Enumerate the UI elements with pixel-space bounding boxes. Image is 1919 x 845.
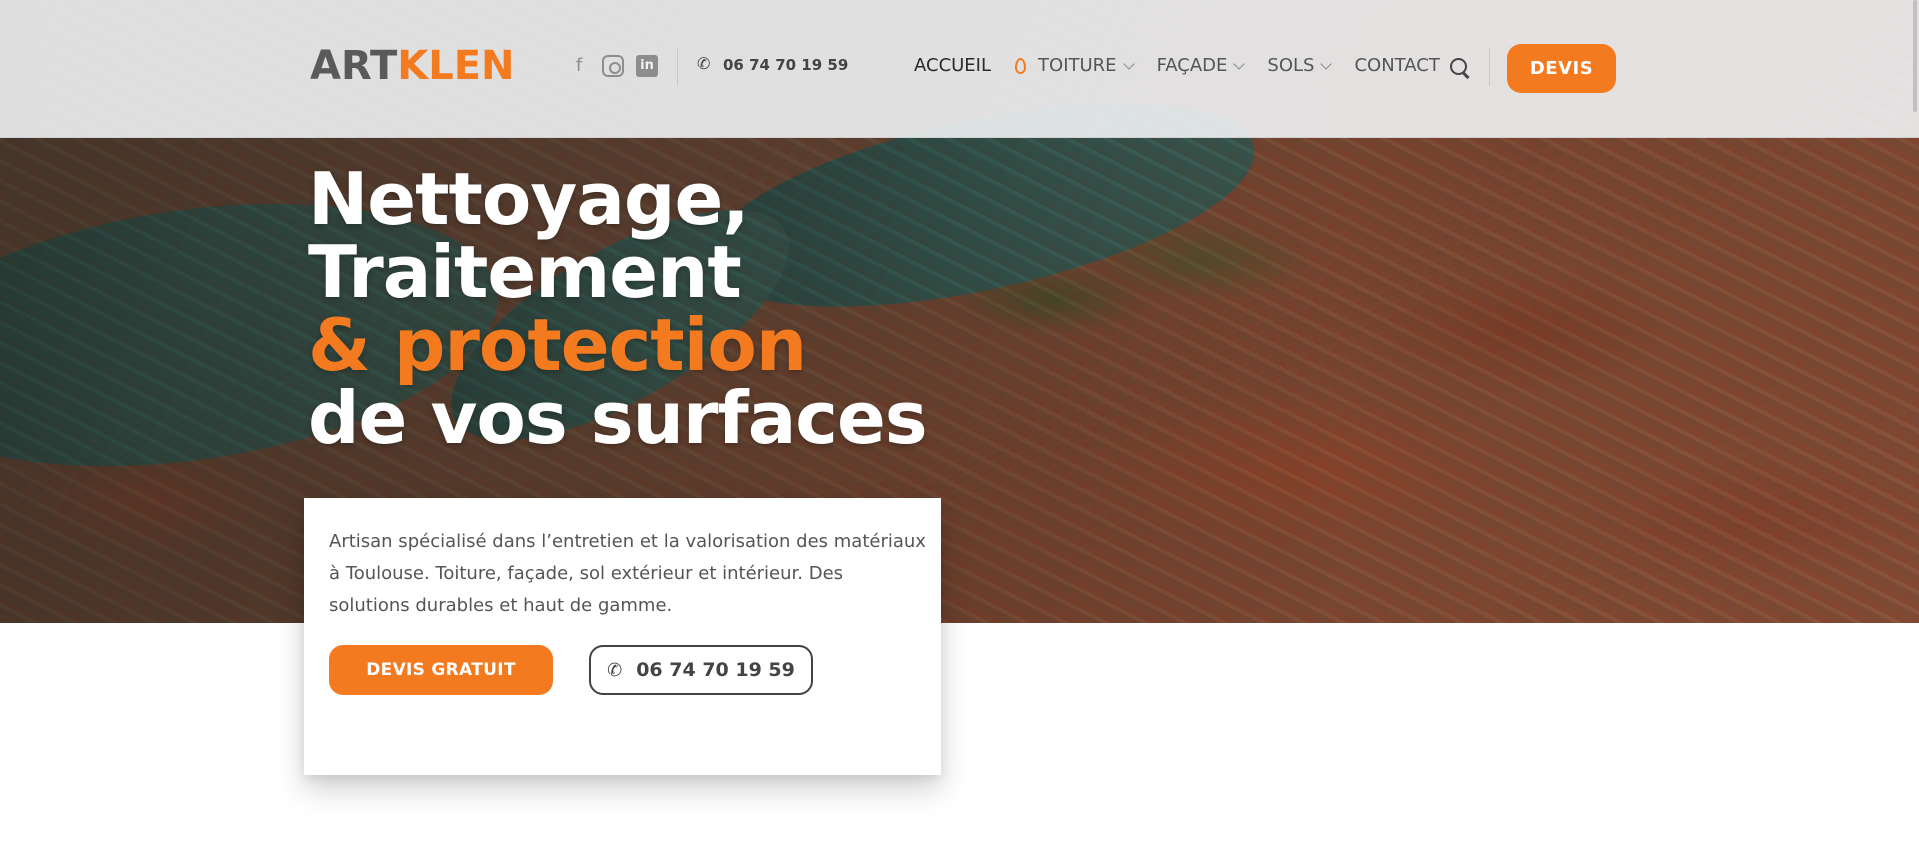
intro-card: Artisan spécialisé dans l’entretien et l… <box>304 498 941 775</box>
devis-button[interactable]: DEVIS <box>1507 44 1616 93</box>
nav-item-label: ACCUEIL <box>914 55 992 76</box>
hero-title-line-3: & protection <box>308 303 807 387</box>
nav-item-sols[interactable]: SOLS <box>1267 55 1333 76</box>
page: ARTKLEN f in ✆ 06 74 70 19 59 ACCUEIL TO… <box>0 0 1919 845</box>
call-phone-label: 06 74 70 19 59 <box>636 659 795 681</box>
chevron-down-icon <box>1233 57 1246 70</box>
hero-title-line-1: Nettoyage, <box>308 157 750 241</box>
intro-text: Artisan spécialisé dans l’entretien et l… <box>329 531 926 616</box>
water-drop-icon <box>1015 57 1027 74</box>
hero-title: Nettoyage, Traitement & protection de vo… <box>308 163 928 455</box>
header-phone-number: 06 74 70 19 59 <box>723 56 849 74</box>
devis-gratuit-button[interactable]: DEVIS GRATUIT <box>329 645 553 695</box>
nav-item-accueil[interactable]: ACCUEIL <box>914 55 991 76</box>
nav-item-label: FAÇADE <box>1156 55 1228 76</box>
call-phone-button[interactable]: ✆ 06 74 70 19 59 <box>589 645 813 695</box>
phone-icon: ✆ <box>697 56 711 73</box>
site-header: ARTKLEN f in ✆ 06 74 70 19 59 ACCUEIL TO… <box>0 0 1919 138</box>
nav-item-facade[interactable]: FAÇADE <box>1156 55 1246 76</box>
linkedin-icon[interactable]: in <box>636 55 658 77</box>
main-nav: ACCUEIL TOITURE FAÇADE SOLS CONTACT <box>914 55 1464 76</box>
scrollbar[interactable] <box>1913 0 1917 112</box>
nav-item-contact[interactable]: CONTACT <box>1354 55 1439 76</box>
search-icon[interactable] <box>1450 58 1470 78</box>
logo-part-1: ART <box>310 43 398 89</box>
logo[interactable]: ARTKLEN <box>310 44 515 88</box>
instagram-icon[interactable] <box>602 55 624 77</box>
divider <box>677 48 678 86</box>
nav-item-toiture[interactable]: TOITURE <box>1015 55 1135 76</box>
logo-part-2: KLEN <box>397 43 515 89</box>
phone-icon: ✆ <box>607 659 623 681</box>
divider <box>1489 48 1490 86</box>
nav-item-label: SOLS <box>1267 55 1315 76</box>
hero-title-line-2: Traitement <box>308 230 742 314</box>
chevron-down-icon <box>1122 57 1135 70</box>
header-phone-link[interactable]: ✆ 06 74 70 19 59 <box>697 56 848 74</box>
nav-item-label: CONTACT <box>1354 55 1440 76</box>
nav-item-label: TOITURE <box>1038 55 1117 76</box>
social-links: f in <box>568 55 658 77</box>
chevron-down-icon <box>1320 57 1333 70</box>
facebook-icon[interactable]: f <box>568 55 590 77</box>
hero-title-line-4: de vos surfaces <box>308 376 928 460</box>
